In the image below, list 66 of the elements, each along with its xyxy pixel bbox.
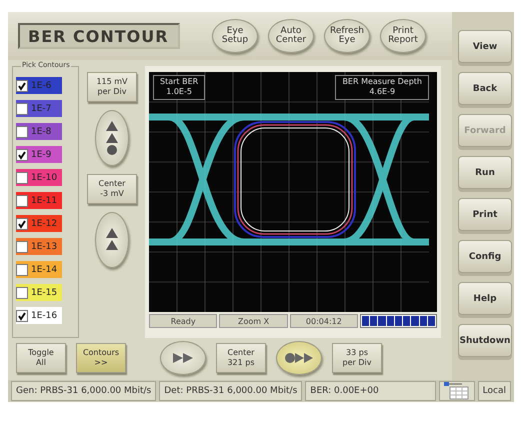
checkbox[interactable]: [16, 286, 28, 298]
contour-label: 1E-9: [31, 150, 52, 160]
checkbox[interactable]: [16, 240, 28, 252]
contour-label: 1E-11: [31, 196, 58, 206]
side-button[interactable]: Shutdown: [458, 324, 512, 357]
up-button[interactable]: [95, 110, 129, 166]
side-button[interactable]: Back: [458, 72, 512, 105]
measure-depth-label: BER Measure Depth 4.6E-9: [335, 75, 429, 100]
contour-label: 1E-12: [31, 218, 58, 228]
checkbox[interactable]: [16, 172, 28, 184]
scale-button[interactable]: 33 ps per Div: [332, 343, 382, 373]
status-cell: Zoom X: [219, 314, 288, 328]
contour-item[interactable]: 1E-10: [16, 169, 62, 186]
round-button[interactable]: Auto Center: [268, 19, 314, 53]
round-button[interactable]: Eye Setup: [212, 19, 258, 53]
checkbox[interactable]: [16, 102, 28, 114]
ber-status: BER: 0.00E+00: [305, 381, 436, 401]
forward-button[interactable]: [160, 341, 206, 375]
status-cell: Ready: [149, 314, 218, 328]
checkbox[interactable]: [16, 264, 28, 276]
checkbox[interactable]: [16, 126, 28, 138]
generator-status: Gen: PRBS-31 6,000.00 Mbit/s: [11, 381, 156, 401]
checkbox[interactable]: [16, 194, 28, 206]
mode-status: Local: [478, 381, 511, 401]
dot-forward-icon: [285, 353, 313, 363]
contour-label: 1E-14: [31, 264, 58, 274]
side-button[interactable]: Print: [458, 198, 512, 231]
checkbox[interactable]: [16, 148, 28, 160]
round-button[interactable]: Print Report: [380, 19, 426, 53]
detector-status: Det: PRBS-31 6,000.00 Mbit/s: [159, 381, 302, 401]
status-cell: 00:04:12: [290, 314, 358, 328]
contours-button[interactable]: Contours >>: [76, 343, 126, 373]
window-title: BER CONTOUR: [18, 23, 180, 49]
up-arrows-icon: [106, 228, 118, 252]
round-button[interactable]: Refresh Eye: [324, 19, 370, 53]
run-button[interactable]: [276, 341, 322, 375]
side-button[interactable]: View: [458, 30, 512, 63]
contour-item[interactable]: 1E-11: [16, 192, 62, 209]
start-ber-label: Start BER 1.0E-5: [153, 75, 206, 100]
side-button[interactable]: Run: [458, 156, 512, 189]
scale-button[interactable]: 115 mV per Div: [87, 72, 137, 102]
checkbox[interactable]: [16, 218, 28, 230]
contour-item[interactable]: 1E-14: [16, 261, 62, 278]
table-icon[interactable]: [438, 381, 475, 401]
contour-item[interactable]: 1E-9: [16, 146, 62, 163]
contour-item[interactable]: 1E-13: [16, 238, 62, 255]
contour-item[interactable]: 1E-12: [16, 215, 62, 232]
contour-label: 1E-8: [31, 126, 52, 136]
contour-label: 1E-10: [31, 172, 58, 182]
contour-item[interactable]: 1E-16: [16, 307, 62, 324]
contour-label: 1E-16: [31, 310, 58, 320]
checkbox[interactable]: [16, 310, 28, 322]
toggle-all-button[interactable]: Toggle All: [16, 343, 66, 373]
center-button[interactable]: Center -3 mV: [87, 174, 137, 204]
up-arrows-dot-icon: [106, 121, 118, 155]
side-button[interactable]: Help: [458, 282, 512, 315]
contour-label: 1E-6: [31, 80, 52, 90]
contour-label: 1E-13: [31, 242, 58, 252]
fast-forward-icon: [173, 353, 193, 363]
up-button[interactable]: [95, 212, 129, 268]
center-button[interactable]: Center 321 ps: [216, 343, 266, 373]
side-button[interactable]: Config: [458, 240, 512, 273]
contour-label: 1E-15: [31, 288, 58, 298]
contour-label: 1E-7: [31, 104, 52, 114]
contour-item[interactable]: 1E-15: [16, 284, 62, 301]
checkbox[interactable]: [16, 80, 28, 92]
